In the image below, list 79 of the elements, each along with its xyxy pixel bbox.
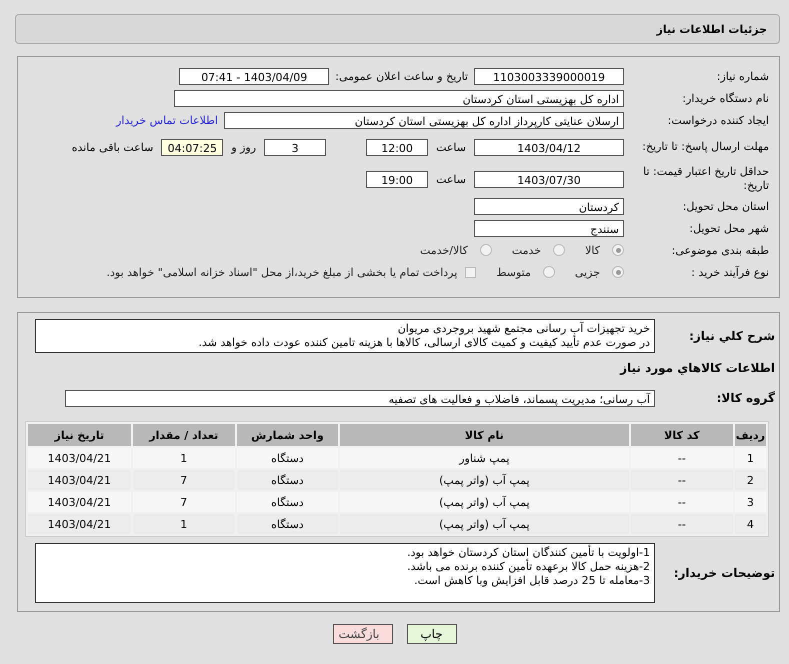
field-label: شهر محل تحویل: [688,222,769,234]
table-cell: دستگاه [236,492,338,512]
radio-button[interactable] [553,244,566,256]
requester-field: ارسلان عنایتی کارپرداز اداره کل بهزیستی استان کردستان [224,112,624,128]
deadline-time-field: 12:00 [366,138,428,156]
table-cell: 7 [132,492,235,512]
table-cell: 1403/04/21 [28,470,131,490]
validity-date-field: 1403/07/30 [474,170,624,188]
table-cell: 7 [132,470,235,490]
radio-button[interactable] [612,244,624,256]
field-label: شماره نیاز: [716,70,769,82]
remaining-time-field: 04:07:25 [161,138,224,156]
radio-label: متوسط [496,266,531,278]
checkbox[interactable] [465,266,476,278]
back-button[interactable]: بازگشت [332,624,392,644]
days-field: 3 [264,138,326,156]
table-cell: 1403/04/21 [28,514,131,534]
table-cell: پمپ شناور [340,448,629,468]
field-label: شرح کلي نياز: [688,328,775,343]
validity-time-field: 19:00 [366,170,428,188]
need-number-field: 1103003339000019 [474,68,624,84]
table-cell: -- [630,514,733,534]
print-button[interactable]: چاپ [406,624,456,644]
table-cell: -- [630,448,733,468]
field-label: طبقه بندی موضوعی: [670,244,769,256]
city-field: سنندج [474,220,624,236]
table-cell: پمپ آب (واتر پمپ) [340,492,629,512]
deadline-date-field: 1403/04/12 [474,138,624,156]
table-cell: دستگاه [236,514,338,534]
table-cell: پمپ آب (واتر پمپ) [340,470,629,490]
radio-label: کالا [585,244,600,256]
table-cell: 1 [734,448,766,468]
radio-label: خدمت [512,244,542,256]
table-cell: 1403/04/21 [28,448,131,468]
table-cell: -- [630,470,733,490]
column-header: تعداد / مقدار [132,424,235,446]
section-title: اطلاعات کالاهاي مورد نياز [618,361,775,377]
table-cell: 1403/04/21 [28,492,131,512]
announce-date-field: 1403/04/09 - 07:41 [179,68,330,84]
column-header: تاریخ نیاز [28,424,131,446]
field-label: نام دستگاه خریدار: [681,92,769,104]
field-label: ساعت باقی مانده [72,140,154,154]
field-label: روز و [231,140,256,154]
buyer-org-field: اداره کل بهزیستی استان کردستان [174,90,624,106]
province-field: کردستان [474,198,624,214]
radio-button[interactable] [542,266,555,278]
goods-group-field: آب رسانی؛ مدیریت پسماند، فاضلاب و فعالیت های تصفیه [65,390,655,406]
table-cell: 3 [734,492,766,512]
table-cell: 1 [132,448,235,468]
radio-label: جزیی [574,266,600,278]
column-header: ردیف [734,424,766,446]
radio-button[interactable] [480,244,492,256]
field-label: توضیحات خریدار: [672,566,775,580]
table-cell: 2 [734,470,766,490]
field-label: ایجاد کننده درخواست: [666,114,769,126]
table-cell: دستگاه [236,448,338,468]
field-label: گروه کالا: [716,391,775,405]
buyer-contact-link[interactable]: اطلاعات تماس خریدار [116,114,218,126]
field-label: حداقل تاریخ اعتبار قیمت: تا تاریخ: [642,165,769,193]
column-header: کد کالا [630,424,733,446]
table-cell: پمپ آب (واتر پمپ) [340,514,629,534]
radio-button[interactable] [612,266,624,278]
field-label: ساعت [436,140,466,154]
field-label: ساعت [436,172,466,186]
radio-label: کالا/خدمت [420,244,468,256]
buyer-notes-textarea[interactable]: 1-اولویت با تأمین کنندگان استان کردستان خواهد بود. 2-هزینه حمل کالا برعهده تأمین کننده برنده می باشد. 3-معامله تا 25 درصد قابل افزایش وبا کاهش است. [35,543,655,603]
field-label: استان محل تحویل: [682,200,769,212]
table-cell: 4 [734,514,766,534]
table-cell: 1 [132,514,235,534]
field-label: نوع فرآیند خرید : [690,266,769,278]
checkbox-label: پرداخت تمام یا بخشی از مبلغ خرید،از محل "اسناد خزانه اسلامی" خواهد بود. [106,266,458,278]
page-title: جزئیات اطلاعات نیاز [656,22,767,36]
field-label: تاریخ و ساعت اعلان عمومی: [335,70,468,82]
table-cell: دستگاه [236,470,338,490]
table-cell: -- [630,492,733,512]
column-header: واحد شمارش [236,424,338,446]
column-header: نام کالا [340,424,629,446]
field-label: مهلت ارسال پاسخ: تا تاریخ: [641,140,769,154]
description-textarea[interactable]: خرید تجهیزات آب رسانی مجتمع شهید بروجردی مریوان در صورت عدم تأیید کیفیت و کمیت کالای ارسالی، کالاها با هزینه تامین کننده عودت داده خواهد شد. [35,319,655,353]
